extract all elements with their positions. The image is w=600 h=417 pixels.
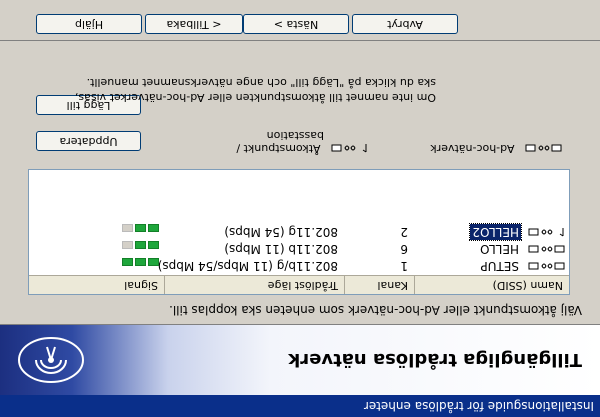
wizard-window: Installationsguide för trådlösa enheter …	[0, 0, 600, 417]
signal-bar-3	[122, 258, 133, 266]
signal-bar-2	[135, 258, 146, 266]
add-network-hint-line-1: Om inte namnet till åtkomstpunkten eller…	[74, 91, 436, 104]
adhoc-network-icon	[525, 144, 562, 152]
column-header-signal[interactable]: Signal	[29, 276, 164, 294]
legend-adhoc-label: Ad-hoc-nätverk	[430, 142, 515, 155]
button-divider	[0, 40, 600, 41]
signal-bar-1	[148, 224, 159, 232]
channel-value: 1	[400, 259, 408, 273]
window-title: Installationsguide för trådlösa enheter	[363, 399, 594, 413]
wireless-logo-icon	[18, 337, 84, 383]
mode-value: 802.11b/g (11 Mbps/54 Mbps)	[157, 259, 338, 273]
signal-bar-2	[135, 241, 146, 249]
signal-bar-1	[148, 241, 159, 249]
mode-value: 802.11b (11 Mbps)	[224, 242, 338, 256]
signal-bar-1	[148, 258, 159, 266]
mode-value: 802.11g (54 Mbps)	[224, 225, 338, 239]
legend-access-point-label-2: basstation	[266, 129, 324, 142]
table-row[interactable]: HELLO2 2 802.11g (54 Mbps)	[29, 223, 569, 241]
channel-value: 6	[400, 242, 408, 256]
column-header-mode[interactable]: Trådlöst läge	[164, 276, 344, 294]
table-row[interactable]: SETUP 1 802.11b/g (11 Mbps/54 Mbps)	[29, 258, 569, 274]
legend-access-point: Åtkomstpunkt / basstation	[236, 129, 368, 155]
adhoc-network-icon	[528, 262, 565, 270]
access-point-icon	[331, 144, 367, 153]
column-header-ssid[interactable]: Namn (SSID)	[414, 276, 569, 294]
refresh-button[interactable]: Uppdatera	[36, 131, 141, 151]
ssid-name: HELLO2	[469, 223, 522, 241]
table-header: Namn (SSID) Kanal Trådlöst läge Signal	[29, 275, 569, 294]
header-banner: Tillgängliga trådlösa nätverk	[0, 324, 600, 395]
column-header-channel[interactable]: Kanal	[344, 276, 414, 294]
instruction-text: Välj åtkomstpunkt eller Ad-hoc-nätverk s…	[169, 303, 582, 317]
cancel-button[interactable]: Avbryt	[352, 14, 458, 34]
help-button[interactable]: Hjälp	[36, 14, 142, 34]
table-row[interactable]: HELLO 6 802.11b (11 Mbps)	[29, 241, 569, 257]
window-title-bar: Installationsguide för trådlösa enheter	[0, 395, 600, 417]
add-network-hint-line-2: ska du klicka på "Lägg till" och ange nä…	[86, 76, 436, 89]
access-point-icon	[528, 228, 564, 237]
page-title: Tillgängliga trådlösa nätverk	[288, 349, 582, 370]
channel-value: 2	[400, 225, 408, 239]
signal-bar-3	[122, 224, 133, 232]
ssid-name: SETUP	[480, 259, 519, 273]
back-button[interactable]: < Tillbaka	[145, 14, 243, 34]
signal-bar-2	[135, 224, 146, 232]
next-button[interactable]: Nästa >	[243, 14, 349, 34]
signal-strength	[120, 220, 159, 236]
add-network-hint: Om inte namnet till åtkomstpunkten eller…	[75, 75, 436, 105]
legend-access-point-label: Åtkomstpunkt /	[236, 142, 321, 155]
adhoc-network-icon	[528, 245, 565, 253]
network-table[interactable]: Namn (SSID) Kanal Trådlöst läge Signal S…	[28, 169, 570, 295]
legend-adhoc: Ad-hoc-nätverk	[430, 142, 562, 155]
ssid-name: HELLO	[480, 242, 519, 256]
signal-bar-3	[122, 241, 133, 249]
